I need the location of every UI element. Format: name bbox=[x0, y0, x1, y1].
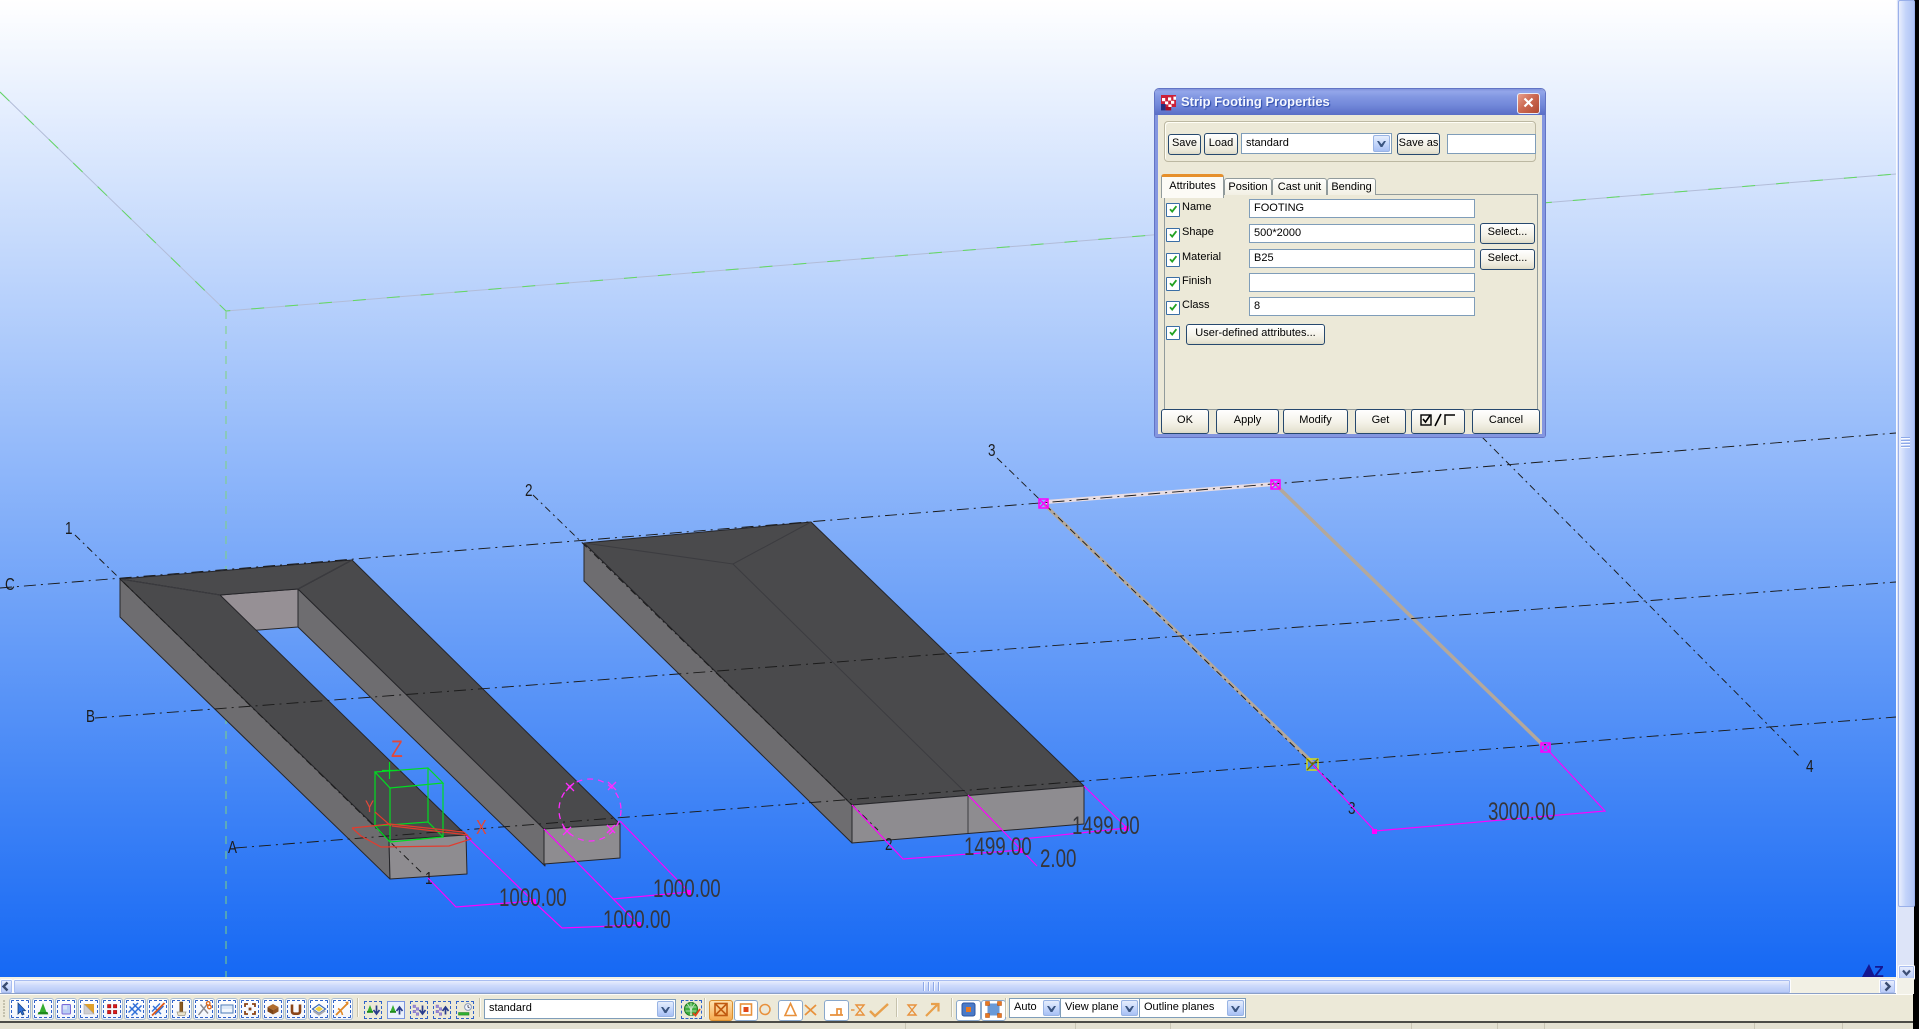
svg-text:1000.00: 1000.00 bbox=[603, 905, 671, 933]
svg-text:Z: Z bbox=[391, 735, 403, 763]
svg-text:1499.00: 1499.00 bbox=[964, 832, 1032, 860]
svg-text:A: A bbox=[228, 838, 237, 857]
svg-text:3: 3 bbox=[988, 441, 996, 460]
svg-text:C: C bbox=[5, 575, 15, 594]
svg-text:3000.00: 3000.00 bbox=[1488, 797, 1556, 825]
svg-text:Y: Y bbox=[365, 798, 374, 817]
svg-text:1000.00: 1000.00 bbox=[499, 883, 567, 911]
svg-text:1499.00: 1499.00 bbox=[1072, 811, 1140, 839]
svg-text:B: B bbox=[86, 707, 95, 726]
svg-text:1000.00: 1000.00 bbox=[653, 874, 721, 902]
svg-text:X: X bbox=[476, 816, 487, 838]
svg-text:4: 4 bbox=[1806, 757, 1814, 776]
svg-text:1: 1 bbox=[65, 519, 73, 538]
svg-text:Z: Z bbox=[1874, 964, 1884, 978]
svg-text:2: 2 bbox=[885, 835, 893, 854]
svg-text:2.00: 2.00 bbox=[1040, 844, 1076, 872]
svg-text:2: 2 bbox=[525, 481, 533, 500]
